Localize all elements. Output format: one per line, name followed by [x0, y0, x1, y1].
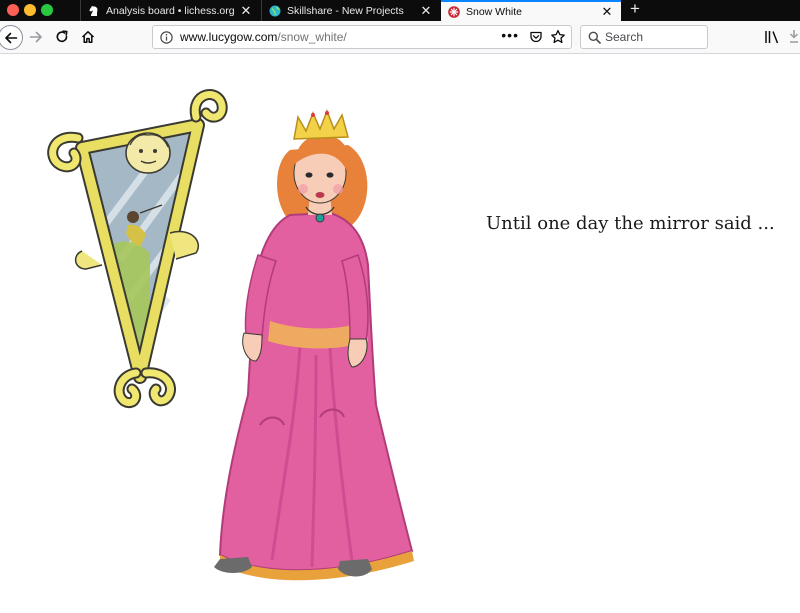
close-window-button[interactable] [7, 4, 19, 16]
home-icon [81, 31, 95, 44]
zoom-window-button[interactable] [41, 4, 53, 16]
tab-title: Skillshare - New Projects [287, 4, 404, 17]
tab-lichess[interactable]: Analysis board • lichess.org ✕ [80, 0, 260, 21]
library-icon[interactable] [764, 29, 780, 45]
tab-close-button[interactable]: ✕ [599, 5, 615, 18]
tab-strip: Analysis board • lichess.org ✕ Skillshar… [0, 0, 800, 21]
page-actions-button[interactable]: ••• [501, 27, 519, 43]
page-content: Until one day the mirror said ... [0, 55, 800, 613]
search-icon [588, 31, 601, 44]
magic-mirror-illustration [47, 89, 228, 408]
home-button[interactable] [76, 25, 100, 49]
tab-close-button[interactable]: ✕ [238, 4, 254, 17]
back-button[interactable] [0, 25, 23, 50]
queen-illustration [214, 108, 414, 581]
info-icon[interactable] [160, 31, 173, 44]
pocket-icon[interactable] [529, 30, 543, 44]
tab-snow-white[interactable]: Snow White ✕ [441, 0, 621, 21]
globe-favicon-icon [269, 5, 281, 16]
arrow-right-icon [29, 31, 42, 43]
flower-favicon-icon [448, 5, 460, 18]
knight-favicon-icon [89, 5, 98, 16]
forward-button[interactable] [24, 25, 48, 49]
tab-close-button[interactable]: ✕ [418, 4, 434, 17]
tab-skillshare[interactable]: Skillshare - New Projects ✕ [261, 0, 440, 21]
url-text: www.lucygow.com/snow_white/ [180, 30, 347, 44]
new-tab-button[interactable]: + [626, 0, 644, 20]
tab-title: Snow White [466, 5, 523, 18]
tab-title: Analysis board • lichess.org [106, 4, 235, 17]
address-bar[interactable]: www.lucygow.com/snow_white/ ••• [152, 25, 572, 49]
url-path: /snow_white/ [277, 30, 347, 44]
reload-button[interactable] [50, 25, 74, 49]
url-host: www.lucygow.com [180, 30, 278, 44]
arrow-left-icon [4, 32, 17, 43]
search-input[interactable] [605, 29, 701, 45]
snow-white-illustration [47, 89, 414, 581]
navigation-toolbar: www.lucygow.com/snow_white/ ••• [0, 21, 800, 54]
search-bar[interactable] [580, 25, 708, 49]
story-text: Until one day the mirror said ... [486, 213, 775, 234]
star-icon[interactable] [550, 29, 566, 45]
minimize-window-button[interactable] [24, 4, 36, 16]
reload-icon [56, 30, 68, 43]
download-icon[interactable] [789, 29, 800, 45]
